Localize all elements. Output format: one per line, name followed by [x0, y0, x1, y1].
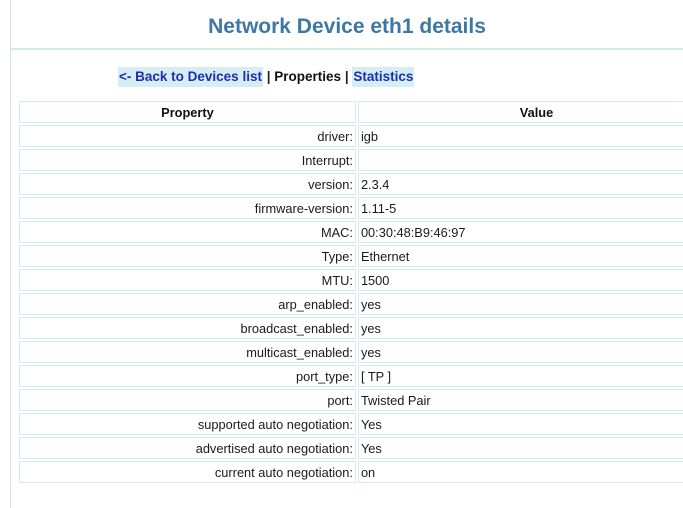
- table-row: advertised auto negotiation: Yes: [19, 437, 683, 459]
- device-details-page: Network Device eth1 details <- Back to D…: [0, 0, 683, 508]
- table-row: supported auto negotiation: Yes: [19, 413, 683, 435]
- table-row: firmware-version: 1.11-5: [19, 197, 683, 219]
- nav-separator: |: [266, 69, 271, 84]
- left-divider: [10, 0, 11, 508]
- property-value-cell: 1.11-5: [357, 197, 683, 219]
- table-row: MTU: 1500: [19, 269, 683, 291]
- property-value-cell: on: [357, 461, 683, 483]
- table-row: port: Twisted Pair: [19, 389, 683, 411]
- tab-statistics[interactable]: Statistics: [352, 67, 415, 87]
- value-column-header: Value: [357, 101, 683, 123]
- property-value-cell: yes: [357, 317, 683, 339]
- table-header-row: Property Value: [19, 101, 683, 123]
- properties-table: Property Value driver: igb Interrupt: versi…: [17, 99, 683, 485]
- property-name-cell: driver:: [19, 125, 356, 147]
- property-value-cell: yes: [357, 293, 683, 315]
- property-name-cell: Type:: [19, 245, 356, 267]
- property-name-cell: port:: [19, 389, 356, 411]
- table-row: port_type:[ TP ]: [19, 365, 683, 387]
- back-to-devices-link[interactable]: <- Back to Devices list: [118, 67, 263, 87]
- properties-table-body: driver: igb Interrupt: version: 2.3.4 firmwar…: [19, 125, 683, 483]
- property-name-cell: current auto negotiation:: [19, 461, 356, 483]
- property-value-cell: [ TP ]: [357, 365, 683, 387]
- property-name-cell: MAC:: [19, 221, 356, 243]
- title-bar: Network Device eth1 details: [11, 0, 683, 50]
- table-row: version: 2.3.4: [19, 173, 683, 195]
- tab-properties[interactable]: Properties: [274, 69, 341, 84]
- property-value-cell: Ethernet: [357, 245, 683, 267]
- property-name-cell: port_type:: [19, 365, 356, 387]
- property-name-cell: supported auto negotiation:: [19, 413, 356, 435]
- property-value-cell: igb: [357, 125, 683, 147]
- nav-separator: |: [344, 69, 349, 84]
- table-row: Interrupt:: [19, 149, 683, 171]
- property-name-cell: broadcast_enabled:: [19, 317, 356, 339]
- table-row: MAC: 00:30:48:B9:46:97: [19, 221, 683, 243]
- property-name-cell: version:: [19, 173, 356, 195]
- table-row: arp_enabled: yes: [19, 293, 683, 315]
- table-row: multicast_enabled: yes: [19, 341, 683, 363]
- property-value-cell: Yes: [357, 437, 683, 459]
- properties-table-container: Property Value driver: igb Interrupt: versi…: [17, 99, 683, 508]
- property-name-cell: MTU:: [19, 269, 356, 291]
- property-value-cell: yes: [357, 341, 683, 363]
- property-value-cell: Twisted Pair: [357, 389, 683, 411]
- property-name-cell: advertised auto negotiation:: [19, 437, 356, 459]
- property-value-cell: 1500: [357, 269, 683, 291]
- page-title: Network Device eth1 details: [208, 15, 486, 38]
- property-name-cell: firmware-version:: [19, 197, 356, 219]
- device-nav: <- Back to Devices list | Properties | S…: [118, 67, 415, 87]
- property-name-cell: Interrupt:: [19, 149, 356, 171]
- property-name-cell: multicast_enabled:: [19, 341, 356, 363]
- table-row: driver: igb: [19, 125, 683, 147]
- property-column-header: Property: [19, 101, 356, 123]
- property-value-cell: 00:30:48:B9:46:97: [357, 221, 683, 243]
- table-row: broadcast_enabled: yes: [19, 317, 683, 339]
- property-value-cell: 2.3.4: [357, 173, 683, 195]
- table-row: current auto negotiation: on: [19, 461, 683, 483]
- table-row: Type: Ethernet: [19, 245, 683, 267]
- property-value-cell: Yes: [357, 413, 683, 435]
- property-value-cell: [357, 149, 683, 171]
- property-name-cell: arp_enabled:: [19, 293, 356, 315]
